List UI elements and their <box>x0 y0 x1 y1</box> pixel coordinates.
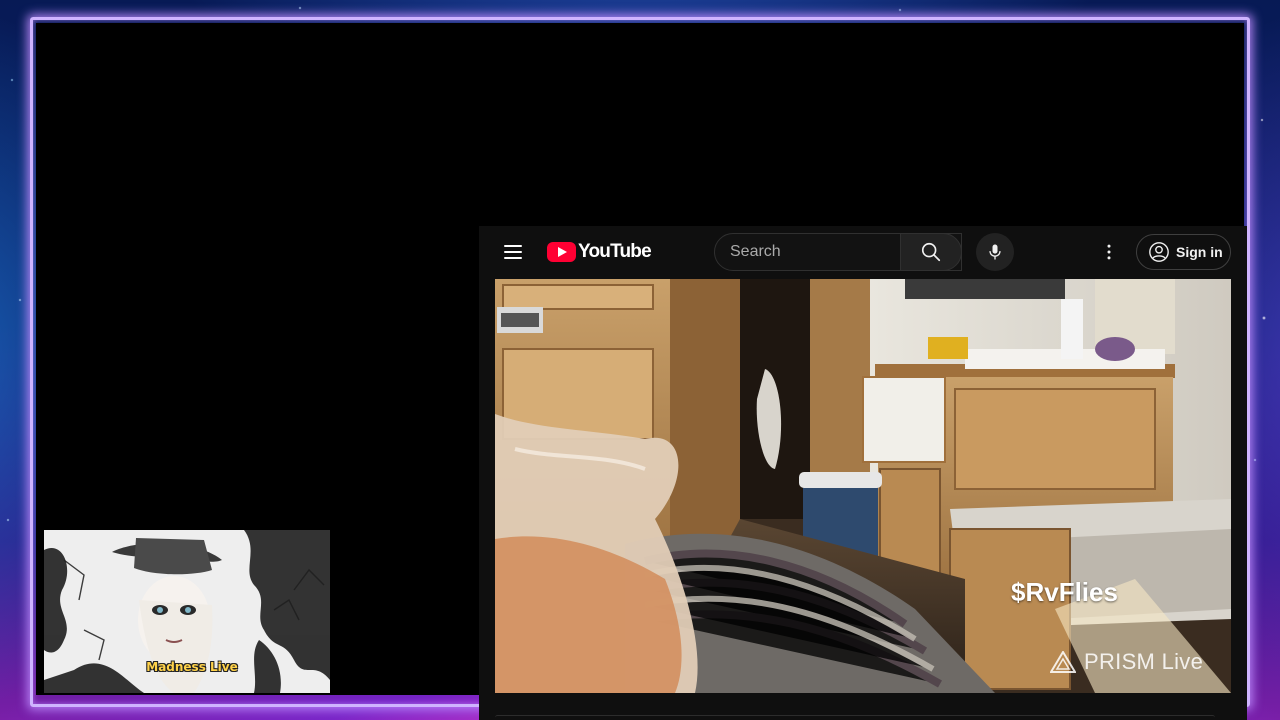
prism-logo-icon <box>1050 651 1076 673</box>
webcam-title: Madness Live <box>146 660 238 674</box>
youtube-logo[interactable]: YouTube <box>547 240 652 264</box>
youtube-logo-icon <box>547 242 576 262</box>
search-icon <box>921 242 941 262</box>
microphone-icon <box>989 244 1001 260</box>
webcam-overlay: Madness Live <box>44 530 330 693</box>
hamburger-menu-icon[interactable] <box>501 242 525 262</box>
account-circle-icon <box>1149 242 1169 262</box>
watermark-label: PRISM Live <box>1084 649 1204 674</box>
youtube-embed: YouTube Search Sign in $RvFlies PRISM Li… <box>479 226 1247 720</box>
youtube-logo-text: YouTube <box>578 241 652 262</box>
prism-live-watermark: PRISM Live <box>1050 649 1203 675</box>
below-video-strip <box>495 715 1215 720</box>
video-frame-image <box>495 279 1231 693</box>
search-button[interactable] <box>900 233 962 271</box>
sign-in-button[interactable]: Sign in <box>1136 234 1231 270</box>
video-player[interactable]: $RvFlies PRISM Live <box>495 279 1231 693</box>
youtube-header: YouTube Search Sign in <box>479 226 1247 278</box>
settings-more-button[interactable] <box>1089 236 1129 268</box>
sign-in-label: Sign in <box>1176 244 1223 260</box>
voice-search-button[interactable] <box>976 233 1014 271</box>
streamer-name-overlay: $RvFlies <box>1011 577 1118 607</box>
more-vertical-icon <box>1107 244 1111 260</box>
